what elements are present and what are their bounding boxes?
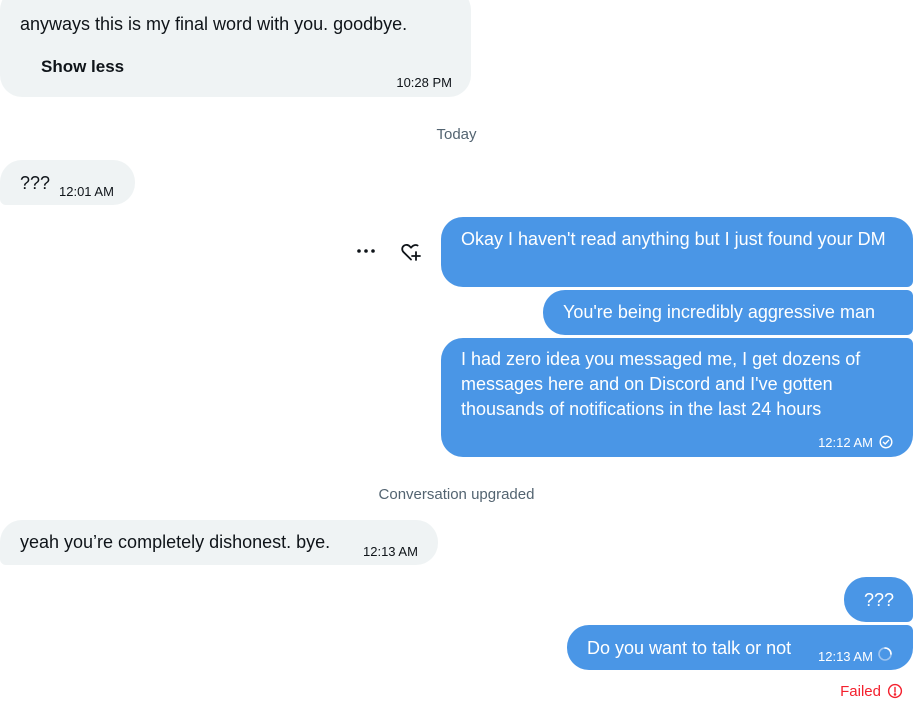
message-text: anyways this is my final word with you. … [20, 14, 408, 34]
message-timestamp: 12:01 AM [59, 184, 114, 199]
message-text: I had zero idea you messaged me, I get d… [461, 349, 861, 419]
conversation-upgraded-divider: Conversation upgraded [378, 486, 535, 503]
sent-message[interactable]: ??? [844, 577, 913, 622]
received-message[interactable]: anyways this is my final word with you. … [0, 0, 471, 97]
error-info-icon [887, 683, 903, 699]
message-text: Okay I haven't read anything but I just … [461, 229, 886, 249]
check-circle-icon [879, 431, 893, 449]
failed-label: Failed [840, 682, 881, 700]
heart-plus-icon[interactable] [399, 240, 423, 264]
message-text: You're being incredibly aggressive man [563, 302, 875, 322]
received-message[interactable]: yeah you’re completely dishonest. bye. 1… [0, 520, 438, 565]
message-text: yeah you’re completely dishonest. bye. [20, 532, 331, 552]
date-divider: Today [436, 126, 477, 143]
sent-message[interactable]: Okay I haven't read anything but I just … [441, 217, 913, 287]
message-text: ??? [20, 173, 51, 193]
spinner-icon [877, 644, 893, 661]
show-less-button[interactable]: Show less [41, 54, 124, 79]
message-timestamp: 12:13 AM [818, 649, 873, 664]
message-timestamp: 12:13 AM [363, 544, 418, 559]
message-timestamp: 12:12 AM [818, 435, 873, 450]
sent-message[interactable]: I had zero idea you messaged me, I get d… [441, 338, 913, 457]
message-text: ??? [864, 590, 895, 610]
message-text: Do you want to talk or not [587, 638, 792, 658]
sent-message[interactable]: You're being incredibly aggressive man [543, 290, 913, 335]
sent-message[interactable]: Do you want to talk or not 12:13 AM [567, 625, 913, 670]
message-timestamp: 10:28 PM [396, 75, 452, 90]
failed-status[interactable]: Failed [840, 682, 903, 700]
more-horizontal-icon[interactable] [355, 242, 377, 260]
received-message[interactable]: ??? 12:01 AM [0, 160, 135, 205]
